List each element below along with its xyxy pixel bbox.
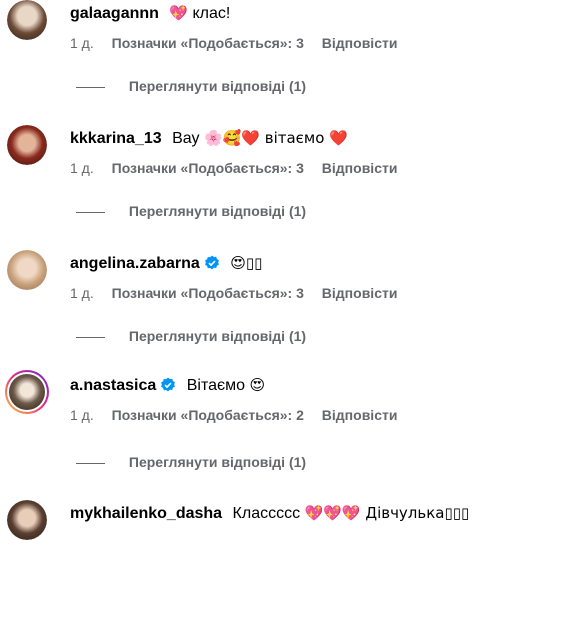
comment-item: galaagannn 💖 клас! 1 д. Позначки «Подоба… bbox=[0, 0, 573, 125]
comment-text: Вау bbox=[172, 130, 200, 147]
username[interactable]: galaagannn bbox=[70, 5, 159, 22]
comment-line: kkkarina_13 Вау 🌸🥰❤️ вітаємо ❤️ bbox=[70, 127, 348, 150]
timestamp[interactable]: 1 д. bbox=[70, 407, 94, 423]
avatar[interactable] bbox=[7, 0, 47, 40]
avatar[interactable] bbox=[7, 250, 47, 290]
avatar[interactable] bbox=[7, 500, 47, 540]
comment-item: kkkarina_13 Вау 🌸🥰❤️ вітаємо ❤️ 1 д. Поз… bbox=[0, 125, 573, 250]
replies-divider bbox=[76, 336, 105, 338]
comment-meta: 1 д. Позначки «Подобається»: 2 Відповіст… bbox=[70, 407, 411, 423]
comment-text: Вітаємо bbox=[186, 377, 246, 394]
view-replies-label[interactable]: Переглянути відповіді (1) bbox=[129, 78, 306, 94]
comment-line: angelina.zabarna 😍▯▯ bbox=[70, 252, 262, 278]
view-replies-button[interactable]: Переглянути відповіді (1) bbox=[76, 454, 306, 470]
timestamp[interactable]: 1 д. bbox=[70, 285, 94, 301]
avatar[interactable] bbox=[7, 125, 47, 165]
verified-badge-icon bbox=[204, 255, 220, 278]
reply-button[interactable]: Відповісти bbox=[322, 35, 398, 51]
emoji-text: 😍▯▯ bbox=[230, 254, 263, 272]
comment-meta: 1 д. Позначки «Подобається»: 3 Відповіст… bbox=[70, 285, 411, 301]
comment-line: mykhailenko_dasha Классссс 💖💖💖 Дівчулька… bbox=[70, 502, 469, 525]
comment-text: клас! bbox=[192, 5, 231, 22]
timestamp[interactable]: 1 д. bbox=[70, 160, 94, 176]
comment-text: Классссс bbox=[232, 505, 301, 522]
likes-count[interactable]: Позначки «Подобається»: 3 bbox=[112, 285, 304, 301]
replies-divider bbox=[76, 211, 105, 213]
heart-emoji: 💖 bbox=[169, 4, 189, 22]
likes-count[interactable]: Позначки «Подобається»: 2 bbox=[112, 407, 304, 423]
comment-item: angelina.zabarna 😍▯▯ 1 д. Позначки «Подо… bbox=[0, 250, 573, 375]
view-replies-button[interactable]: Переглянути відповіді (1) bbox=[76, 328, 306, 344]
verified-badge-icon bbox=[160, 377, 176, 400]
comment-meta: 1 д. Позначки «Подобається»: 3 Відповіст… bbox=[70, 35, 411, 51]
view-replies-label[interactable]: Переглянути відповіді (1) bbox=[129, 328, 306, 344]
username[interactable]: angelina.zabarna bbox=[70, 255, 200, 272]
comment-line: a.nastasica Вітаємо 😍 bbox=[70, 374, 265, 400]
reply-button[interactable]: Відповісти bbox=[322, 407, 398, 423]
username[interactable]: a.nastasica bbox=[70, 377, 156, 394]
comment-line: galaagannn 💖 клас! bbox=[70, 2, 230, 25]
emoji-text: 💖💖💖 Дівчулька▯▯▯ bbox=[304, 504, 470, 522]
view-replies-button[interactable]: Переглянути відповіді (1) bbox=[76, 203, 306, 219]
comment-item: a.nastasica Вітаємо 😍 1 д. Позначки «Под… bbox=[0, 372, 573, 497]
replies-divider bbox=[76, 462, 105, 464]
view-replies-label[interactable]: Переглянути відповіді (1) bbox=[129, 203, 306, 219]
likes-count[interactable]: Позначки «Подобається»: 3 bbox=[112, 35, 304, 51]
reply-button[interactable]: Відповісти bbox=[322, 285, 398, 301]
avatar[interactable] bbox=[5, 370, 49, 414]
replies-divider bbox=[76, 86, 105, 88]
emoji-text: 🌸🥰❤️ вітаємо ❤️ bbox=[203, 129, 348, 147]
reply-button[interactable]: Відповісти bbox=[322, 160, 398, 176]
view-replies-button[interactable]: Переглянути відповіді (1) bbox=[76, 78, 306, 94]
emoji-text: 😍 bbox=[249, 376, 266, 394]
username[interactable]: kkkarina_13 bbox=[70, 130, 162, 147]
view-replies-label[interactable]: Переглянути відповіді (1) bbox=[129, 454, 306, 470]
comment-item: mykhailenko_dasha Классссс 💖💖💖 Дівчулька… bbox=[0, 500, 573, 625]
timestamp[interactable]: 1 д. bbox=[70, 35, 94, 51]
comment-meta: 1 д. Позначки «Подобається»: 3 Відповіст… bbox=[70, 160, 411, 176]
likes-count[interactable]: Позначки «Подобається»: 3 bbox=[112, 160, 304, 176]
username[interactable]: mykhailenko_dasha bbox=[70, 505, 222, 522]
